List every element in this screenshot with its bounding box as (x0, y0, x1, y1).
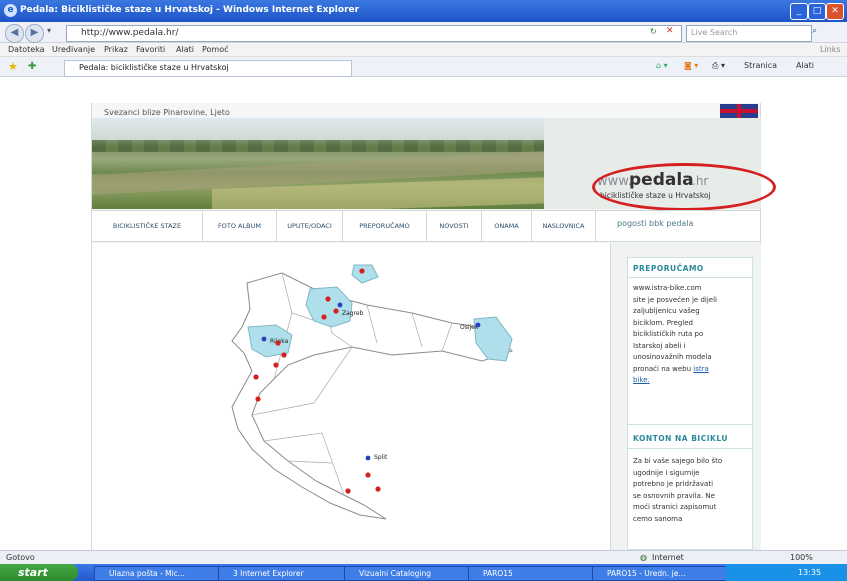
add-favorites-icon[interactable]: ✚ (28, 61, 36, 72)
map-label-split[interactable]: Split (374, 454, 388, 461)
tools-menu[interactable]: Alati (796, 61, 814, 70)
map-marker (475, 322, 481, 328)
taskbar-item[interactable]: PARO15 (468, 566, 604, 581)
search-input[interactable]: Live Search (686, 25, 812, 42)
map-marker (255, 396, 261, 402)
croatia-map[interactable]: Zagreb Rijeka Osijek Split (92, 243, 610, 550)
window-title-bar: e Pedala: Biciklističke staze u Hrvatsko… (0, 0, 847, 22)
security-zone[interactable]: Internet (652, 553, 684, 562)
nav-naslovnica[interactable]: NASLOVNICA (532, 210, 596, 242)
home-icon[interactable]: ⌂ ▾ (656, 61, 668, 70)
breadcrumb: Svezanci blize Pinarovine, Ljeto (104, 108, 230, 117)
stop-icon[interactable]: ✕ (666, 26, 674, 36)
menu-item[interactable]: Prikaz (104, 45, 128, 54)
menu-item[interactable]: Datoteka (8, 45, 45, 54)
taskbar-item[interactable]: Vizualni Cataloging (344, 566, 480, 581)
nav-foto-album[interactable]: FOTO ALBUM (203, 210, 277, 242)
refresh-icon[interactable]: ↻ (650, 27, 657, 36)
map-marker (333, 308, 339, 314)
sidebar-divider (627, 424, 753, 425)
nav-search-label[interactable]: pogosti bbk pedala (617, 219, 693, 228)
address-toolbar: ◀ ▶ ▾ http://www.pedala.hr/ ↻ ✕ Live Sea… (0, 22, 847, 43)
system-tray: 13:35 (726, 564, 847, 581)
taskbar-item[interactable]: Ulazna pošta - Mic... (94, 566, 230, 581)
english-flag-icon[interactable] (720, 104, 758, 118)
menu-bar: Datoteka Uređivanje Prikaz Favoriti Alat… (0, 43, 847, 57)
zoom-level[interactable]: 100% (790, 553, 813, 562)
red-highlight-oval (592, 163, 776, 211)
address-input[interactable]: http://www.pedala.hr/ (66, 25, 682, 42)
map-area: Zagreb Rijeka Osijek Split (92, 243, 610, 550)
favorites-star-icon[interactable]: ★ (8, 60, 18, 73)
print-icon[interactable]: ⎙ ▾ (712, 61, 725, 71)
sidebar-text-recommend: www.istra-bike.com site je posvećen je d… (633, 284, 717, 384)
status-text: Gotovo (6, 553, 35, 562)
map-marker (253, 374, 259, 380)
sidebar-divider (627, 448, 753, 449)
ie-logo-icon: e (4, 4, 17, 17)
menu-item[interactable]: Pomoć (202, 45, 229, 54)
nav-upute[interactable]: UPUTE/ODACI (277, 210, 343, 242)
history-dropdown-icon[interactable]: ▾ (47, 26, 51, 35)
map-marker (365, 472, 371, 478)
tab-pedala[interactable]: Pedala: biciklističke staze u Hrvatskoj (64, 60, 352, 77)
links-label[interactable]: Links (820, 45, 841, 54)
page-menu[interactable]: Stranica (744, 61, 777, 70)
start-button[interactable]: start (0, 564, 78, 581)
menu-item[interactable]: Alati (176, 45, 194, 54)
menu-item[interactable]: Favoriti (136, 45, 165, 54)
map-marker (273, 362, 279, 368)
taskbar-item[interactable]: 3 Internet Explorer (218, 566, 356, 581)
map-marker (345, 488, 351, 494)
sidebar-heading-bicikl: KONTON NA BICIKLU (633, 434, 728, 443)
nav-preporucamo[interactable]: PREPORUČAMO (343, 210, 427, 242)
map-marker (281, 352, 287, 358)
region-north (351, 264, 379, 284)
croatia-outline (231, 272, 513, 520)
internet-zone-icon: ◍ (640, 553, 647, 562)
nav-biciklisticke-staze[interactable]: BICIKLISTIČKE STAZE (92, 210, 203, 242)
feeds-icon[interactable]: ◙ ▾ (684, 61, 698, 70)
map-marker (261, 336, 267, 342)
menu-item[interactable]: Uređivanje (52, 45, 95, 54)
minimize-button[interactable]: _ (790, 3, 808, 20)
maximize-button[interactable]: □ (808, 3, 826, 20)
sidebar-heading-preporucamo: PREPORUČAMO (633, 264, 704, 273)
map-marker (365, 455, 371, 461)
status-bar: Gotovo ◍ Internet 100% (0, 550, 847, 564)
map-marker (275, 340, 281, 346)
close-button[interactable]: ✕ (826, 3, 844, 20)
sidebar-divider (627, 277, 753, 278)
map-marker (321, 314, 327, 320)
taskbar-item[interactable]: PARO15 - Uredn. je... (592, 566, 738, 581)
nav-novosti[interactable]: NOVOSTI (427, 210, 482, 242)
map-marker (375, 486, 381, 492)
back-button[interactable]: ◀ (5, 24, 24, 43)
clock[interactable]: 13:35 (798, 568, 821, 577)
window-title: Pedala: Biciklističke staze u Hrvatskoj … (20, 5, 360, 15)
tab-toolbar: ★ ✚ Pedala: biciklističke staze u Hrvats… (0, 57, 847, 77)
sidebar-text-safety: Za bi vaše sajego bilo što ugodnije i si… (633, 457, 723, 523)
map-label-zagreb[interactable]: Zagreb (342, 310, 364, 317)
search-icon[interactable]: ⌕ (812, 26, 817, 36)
header-banner-photo (92, 118, 544, 209)
map-marker (359, 268, 365, 274)
map-marker (337, 302, 343, 308)
nav-onama[interactable]: ONAMA (482, 210, 532, 242)
map-marker (325, 296, 331, 302)
forward-button[interactable]: ▶ (25, 24, 44, 43)
